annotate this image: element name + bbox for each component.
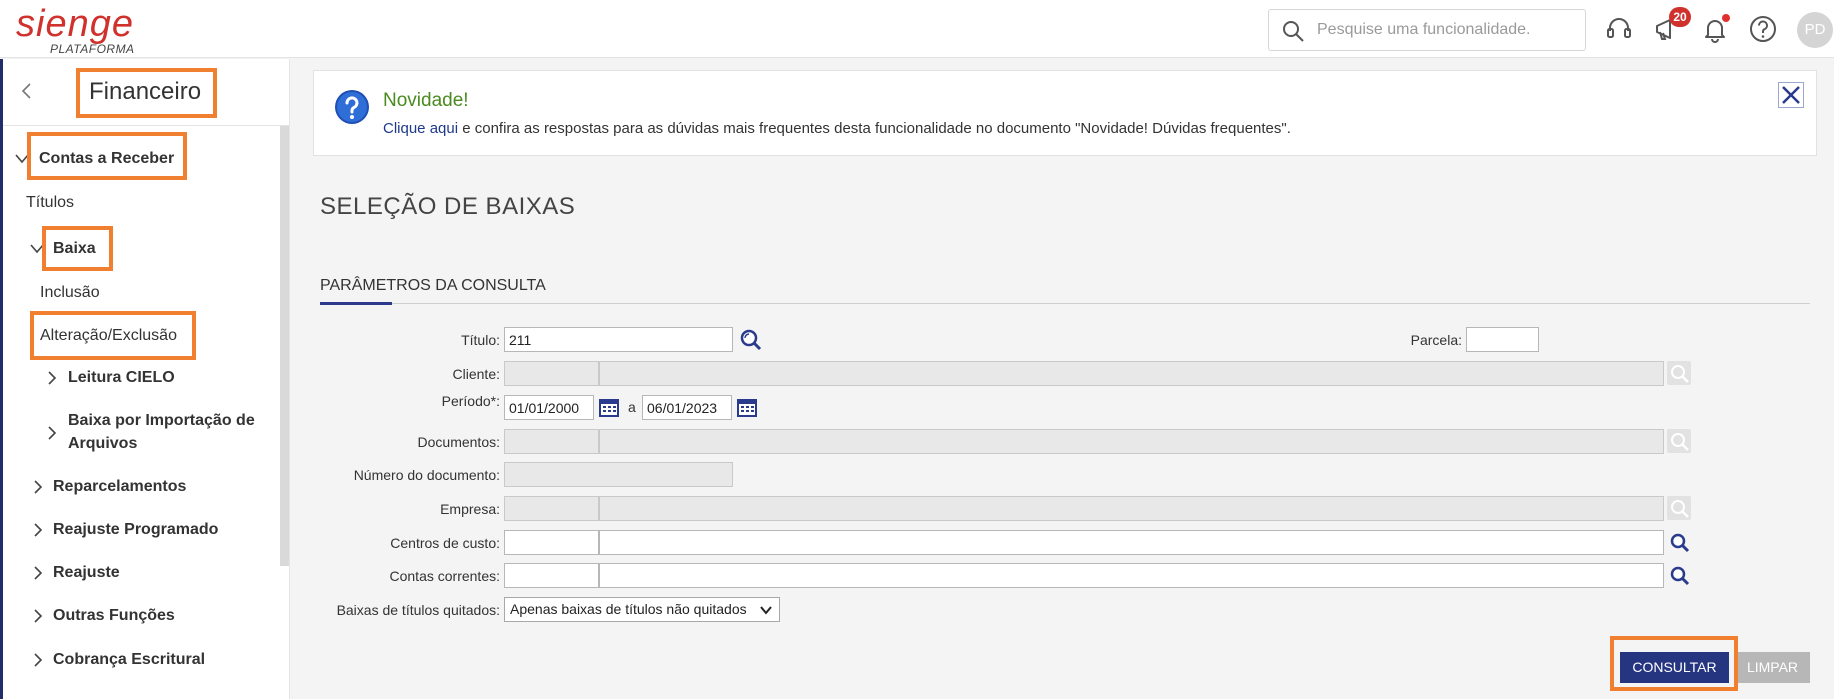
calendar-icon[interactable]: [736, 396, 758, 418]
contas-correntes-code-input[interactable]: [504, 563, 599, 588]
periodo-end-input[interactable]: [642, 395, 732, 420]
notice-link[interactable]: Clique aqui: [383, 120, 458, 137]
numero-documento-field: [504, 462, 733, 487]
section-divider-accent: [320, 302, 392, 305]
centros-custo-lookup-icon[interactable]: [1667, 530, 1691, 554]
sidebar-item-reajuste[interactable]: Reajuste: [53, 564, 120, 582]
sidebar-item-inclusao[interactable]: Inclusão: [40, 284, 100, 302]
cliente-label: Cliente:: [452, 366, 500, 382]
question-info-icon: [335, 90, 369, 124]
chevron-right-icon: [48, 426, 57, 440]
sidebar-item-alteracao-exclusao[interactable]: Alteração/Exclusão: [40, 327, 177, 345]
chevron-right-icon: [34, 523, 43, 537]
help-icon[interactable]: [1748, 14, 1778, 44]
sidebar-item-contas-a-receber[interactable]: Contas a Receber: [39, 150, 174, 168]
titulo-input[interactable]: [504, 327, 733, 352]
chevron-right-icon: [34, 653, 43, 667]
sidebar-item-reparcelamentos[interactable]: Reparcelamentos: [53, 478, 186, 496]
headset-icon[interactable]: [1604, 14, 1634, 44]
sidebar-item-outras-funcoes[interactable]: Outras Funções: [53, 607, 175, 625]
baixas-quitados-label: Baixas de títulos quitados:: [336, 602, 500, 618]
cliente-lookup-icon: [1667, 361, 1691, 385]
sidebar-item-titulos[interactable]: Títulos: [26, 194, 74, 212]
centros-custo-code-input[interactable]: [504, 530, 599, 555]
sidebar-divider: [3, 125, 289, 126]
contas-correntes-lookup-icon[interactable]: [1667, 563, 1691, 587]
numero-documento-label: Número do documento:: [353, 467, 500, 483]
sidebar-item-baixa[interactable]: Baixa: [53, 240, 96, 258]
search-icon: [1283, 21, 1304, 42]
sidebar-item-leitura-cielo[interactable]: Leitura CIELO: [68, 369, 175, 387]
chevron-down-icon: [15, 154, 29, 164]
top-bar: sienge PLATAFORMA 20 PD: [0, 0, 1834, 58]
logo-subtext: PLATAFORMA: [50, 42, 135, 56]
chevron-right-icon: [34, 566, 43, 580]
back-chevron-icon[interactable]: [20, 81, 34, 101]
sidebar-item-baixa-importacao[interactable]: Baixa por Importação de: [68, 412, 255, 430]
notifications-badge: 20: [1669, 7, 1691, 27]
periodo-separator: a: [628, 399, 636, 415]
parcela-input[interactable]: [1466, 327, 1539, 352]
notice-message: Clique aqui e confira as respostas para …: [383, 120, 1291, 137]
sidebar-item-baixa-importacao-line2[interactable]: Arquivos: [68, 435, 137, 453]
periodo-start-input[interactable]: [504, 395, 594, 420]
contas-correntes-label: Contas correntes:: [389, 568, 501, 584]
novidade-notice: Novidade! Clique aqui e confira as respo…: [313, 70, 1817, 156]
parcela-label: Parcela:: [1410, 332, 1462, 348]
chevron-down-icon: [760, 606, 772, 615]
feature-search[interactable]: [1268, 9, 1586, 51]
bell-alert-dot: [1722, 14, 1730, 22]
sidebar-scrollbar[interactable]: [280, 126, 289, 566]
chevron-right-icon: [34, 480, 43, 494]
documentos-label: Documentos:: [417, 434, 500, 450]
cliente-name-field: [599, 361, 1664, 386]
empresa-name-field: [599, 496, 1664, 521]
limpar-button[interactable]: LIMPAR: [1735, 652, 1810, 683]
notice-text: e confira as respostas para as dúvidas m…: [458, 120, 1291, 137]
chevron-right-icon: [34, 609, 43, 623]
consultar-button[interactable]: CONSULTAR: [1620, 652, 1729, 683]
chevron-right-icon: [48, 371, 57, 385]
section-divider: [320, 303, 1810, 304]
chevron-down-icon: [30, 244, 44, 254]
close-icon: [1782, 86, 1800, 104]
documentos-lookup-icon: [1667, 429, 1691, 453]
baixas-quitados-select[interactable]: Apenas baixas de títulos não quitados: [504, 597, 780, 622]
search-input[interactable]: [1317, 18, 1577, 42]
baixas-quitados-value: Apenas baixas de títulos não quitados: [510, 601, 747, 617]
user-avatar[interactable]: PD: [1797, 12, 1833, 48]
empresa-code-field: [504, 496, 599, 521]
titulo-label: Título:: [461, 332, 500, 348]
section-title: PARÂMETROS DA CONSULTA: [320, 277, 546, 294]
logo-wordmark: sienge: [16, 3, 134, 45]
empresa-label: Empresa:: [440, 501, 500, 517]
centros-custo-name-input[interactable]: [599, 530, 1664, 555]
sidebar-item-cobranca-escritural[interactable]: Cobrança Escritural: [53, 651, 205, 669]
titulo-lookup-icon[interactable]: [738, 327, 762, 351]
sidebar-title: Financeiro: [89, 78, 202, 105]
sidebar: Financeiro Contas a Receber Títulos Baix…: [0, 59, 290, 699]
documentos-code-field: [504, 429, 599, 454]
sienge-logo[interactable]: sienge PLATAFORMA: [16, 2, 146, 56]
calendar-icon[interactable]: [598, 396, 620, 418]
page-title: SELEÇÃO DE BAIXAS: [320, 193, 576, 220]
close-notice-button[interactable]: [1778, 82, 1804, 108]
documentos-name-field: [599, 429, 1664, 454]
contas-correntes-name-input[interactable]: [599, 563, 1664, 588]
cliente-code-field: [504, 361, 599, 386]
sidebar-item-reajuste-programado[interactable]: Reajuste Programado: [53, 521, 218, 539]
notice-title: Novidade!: [383, 90, 469, 111]
centros-custo-label: Centros de custo:: [390, 535, 500, 551]
periodo-label: Período*:: [441, 393, 500, 409]
empresa-lookup-icon: [1667, 496, 1691, 520]
